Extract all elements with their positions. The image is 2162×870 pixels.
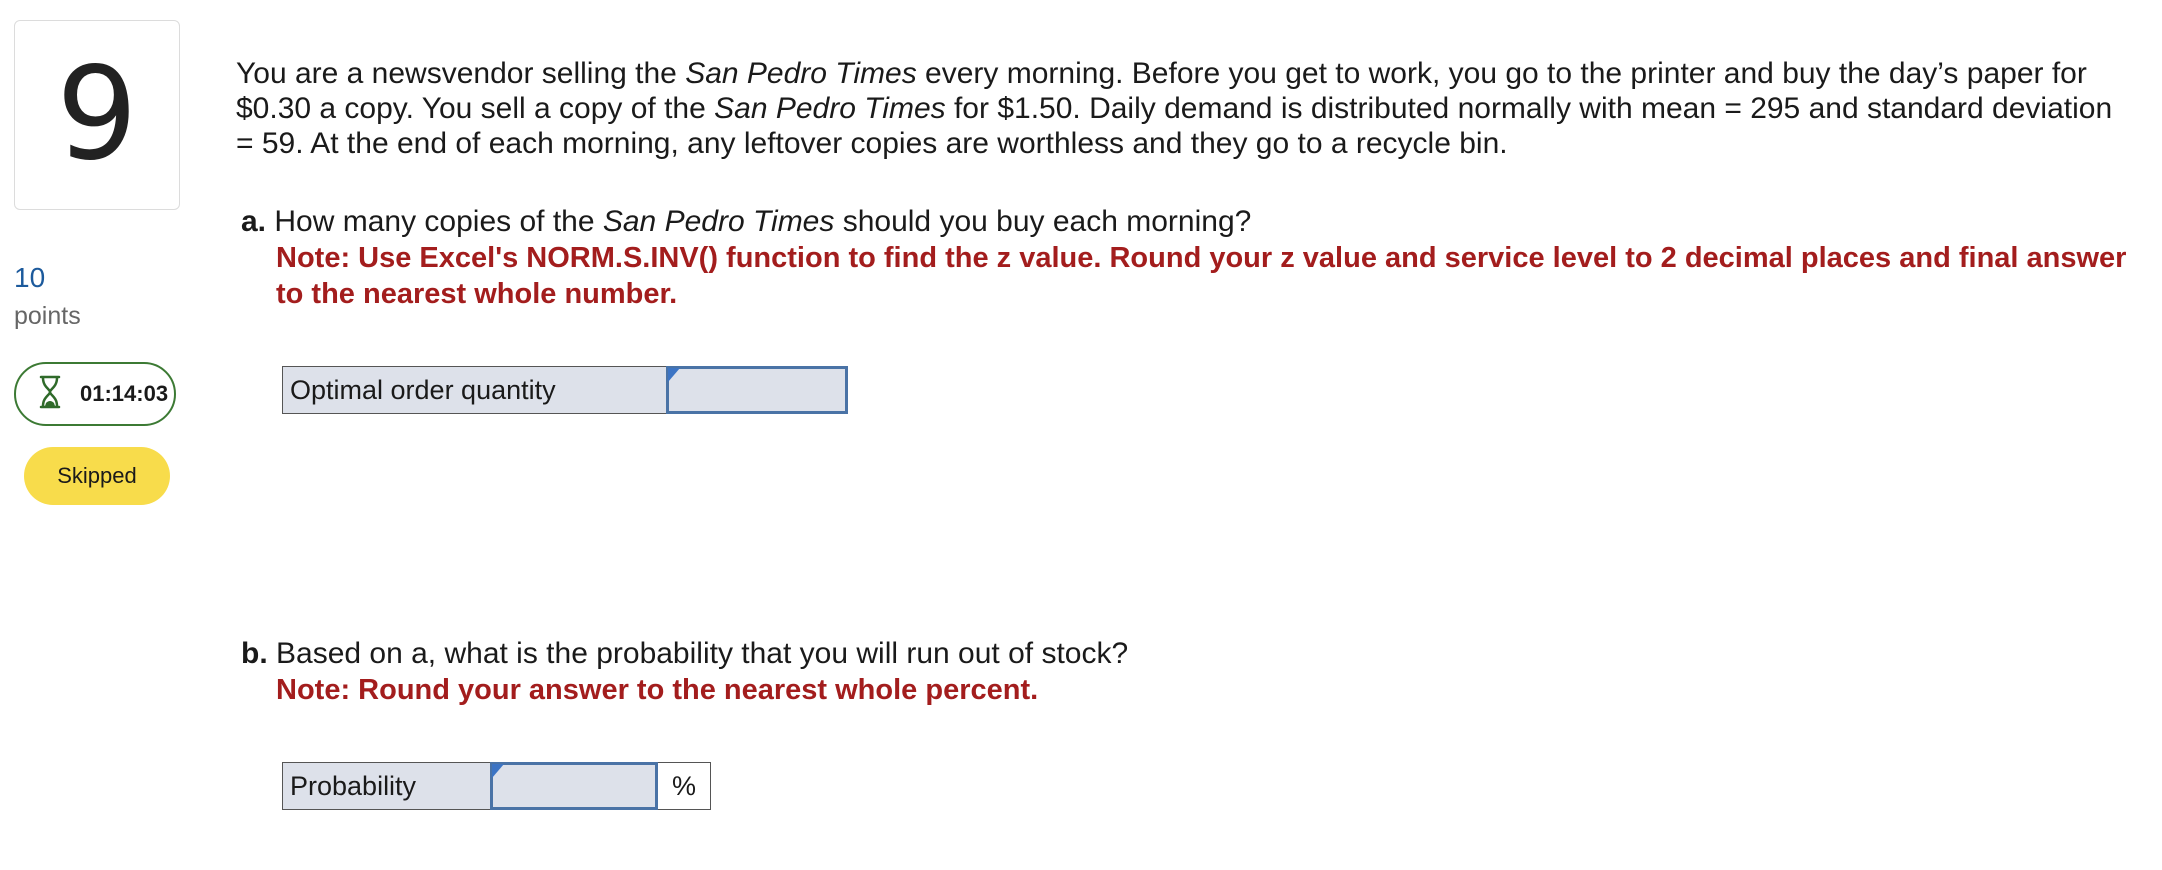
question-text: You are a newsvendor selling the San Ped… bbox=[236, 56, 2116, 161]
points-label: points bbox=[14, 302, 81, 330]
intro-text-1: You are a newsvendor selling the bbox=[236, 57, 686, 90]
part-a: a. How many copies of the San Pedro Time… bbox=[241, 204, 2126, 312]
hourglass-icon bbox=[38, 375, 62, 414]
status-badge: Skipped bbox=[24, 447, 170, 505]
part-b: b. Based on a, what is the probability t… bbox=[241, 636, 2121, 708]
part-a-question: a. How many copies of the San Pedro Time… bbox=[241, 205, 1252, 238]
part-b-note: Note: Round your answer to the nearest w… bbox=[276, 674, 1039, 706]
percent-unit: % bbox=[657, 762, 711, 810]
points-value: 10 bbox=[14, 262, 46, 293]
probability-label: Probability bbox=[282, 762, 491, 810]
optimal-order-quantity-label: Optimal order quantity bbox=[282, 366, 667, 414]
question-number: 9 bbox=[56, 40, 138, 189]
question-number-box: 9 bbox=[14, 20, 180, 210]
part-b-letter: b. bbox=[241, 637, 268, 670]
probability-input-cell bbox=[490, 762, 658, 810]
newspaper-name: San Pedro Times bbox=[714, 92, 946, 125]
optimal-order-quantity-input[interactable] bbox=[669, 369, 845, 411]
part-b-question: b. Based on a, what is the probability t… bbox=[241, 637, 1129, 670]
part-a-letter: a. bbox=[241, 205, 267, 238]
timer-badge[interactable]: 01:14:03 bbox=[14, 362, 176, 426]
part-a-answer-table: Optimal order quantity bbox=[282, 366, 848, 414]
newspaper-name: San Pedro Times bbox=[685, 57, 917, 90]
optimal-order-quantity-input-cell bbox=[666, 366, 848, 414]
part-a-note: Note: Use Excel's NORM.S.INV() function … bbox=[276, 242, 2127, 310]
timer-text: 01:14:03 bbox=[80, 381, 169, 406]
part-b-answer-table: Probability % bbox=[282, 762, 711, 810]
probability-input[interactable] bbox=[493, 765, 655, 807]
